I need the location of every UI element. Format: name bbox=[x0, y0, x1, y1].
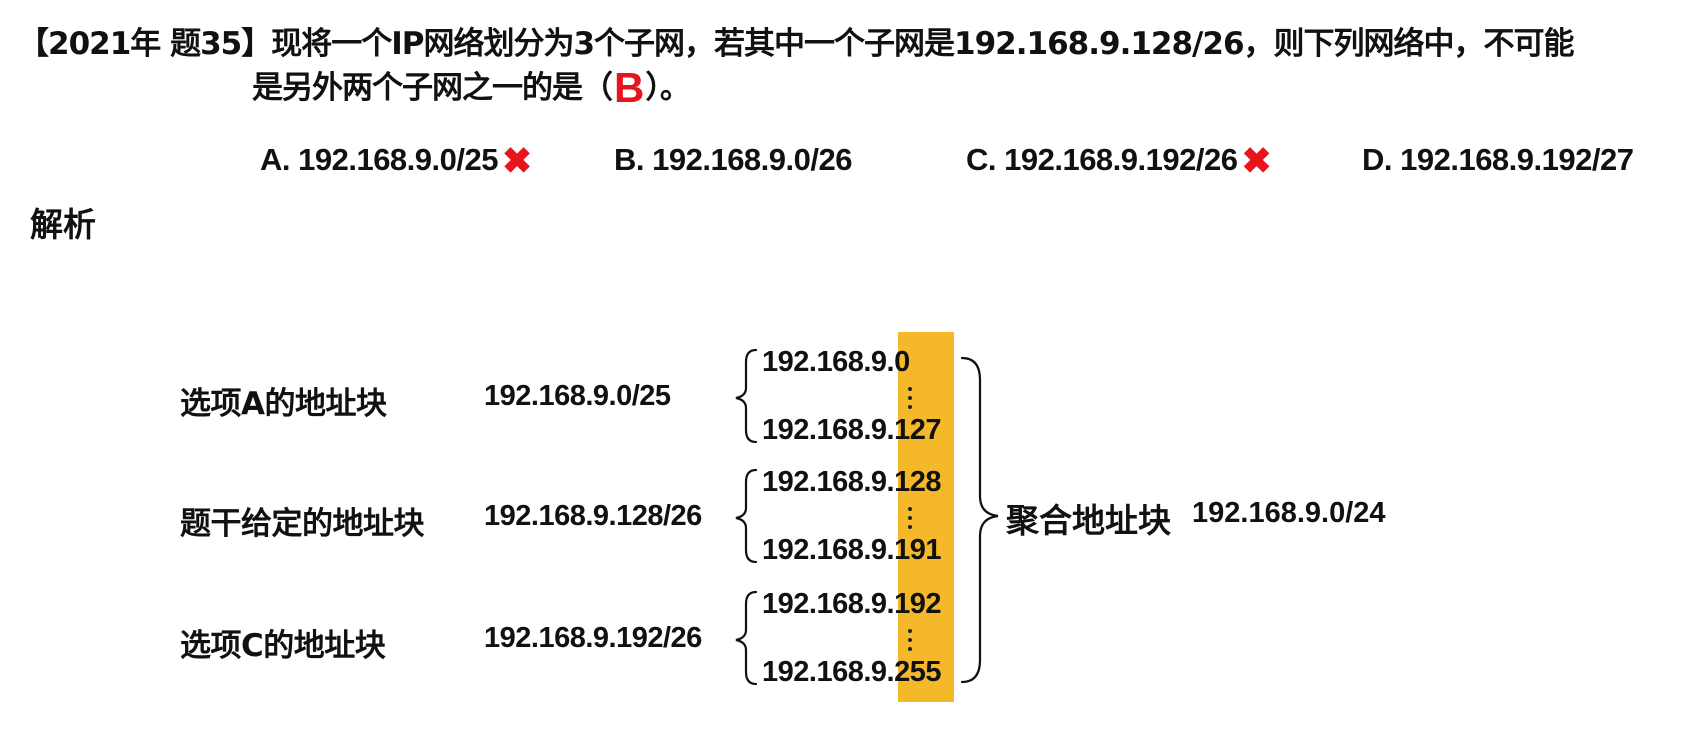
row-b-left-brace bbox=[735, 468, 758, 564]
row-c-left-brace bbox=[735, 590, 758, 686]
brace-lines bbox=[735, 348, 999, 686]
aggregate-right-brace bbox=[960, 356, 999, 684]
row-a-left-brace bbox=[735, 348, 758, 444]
